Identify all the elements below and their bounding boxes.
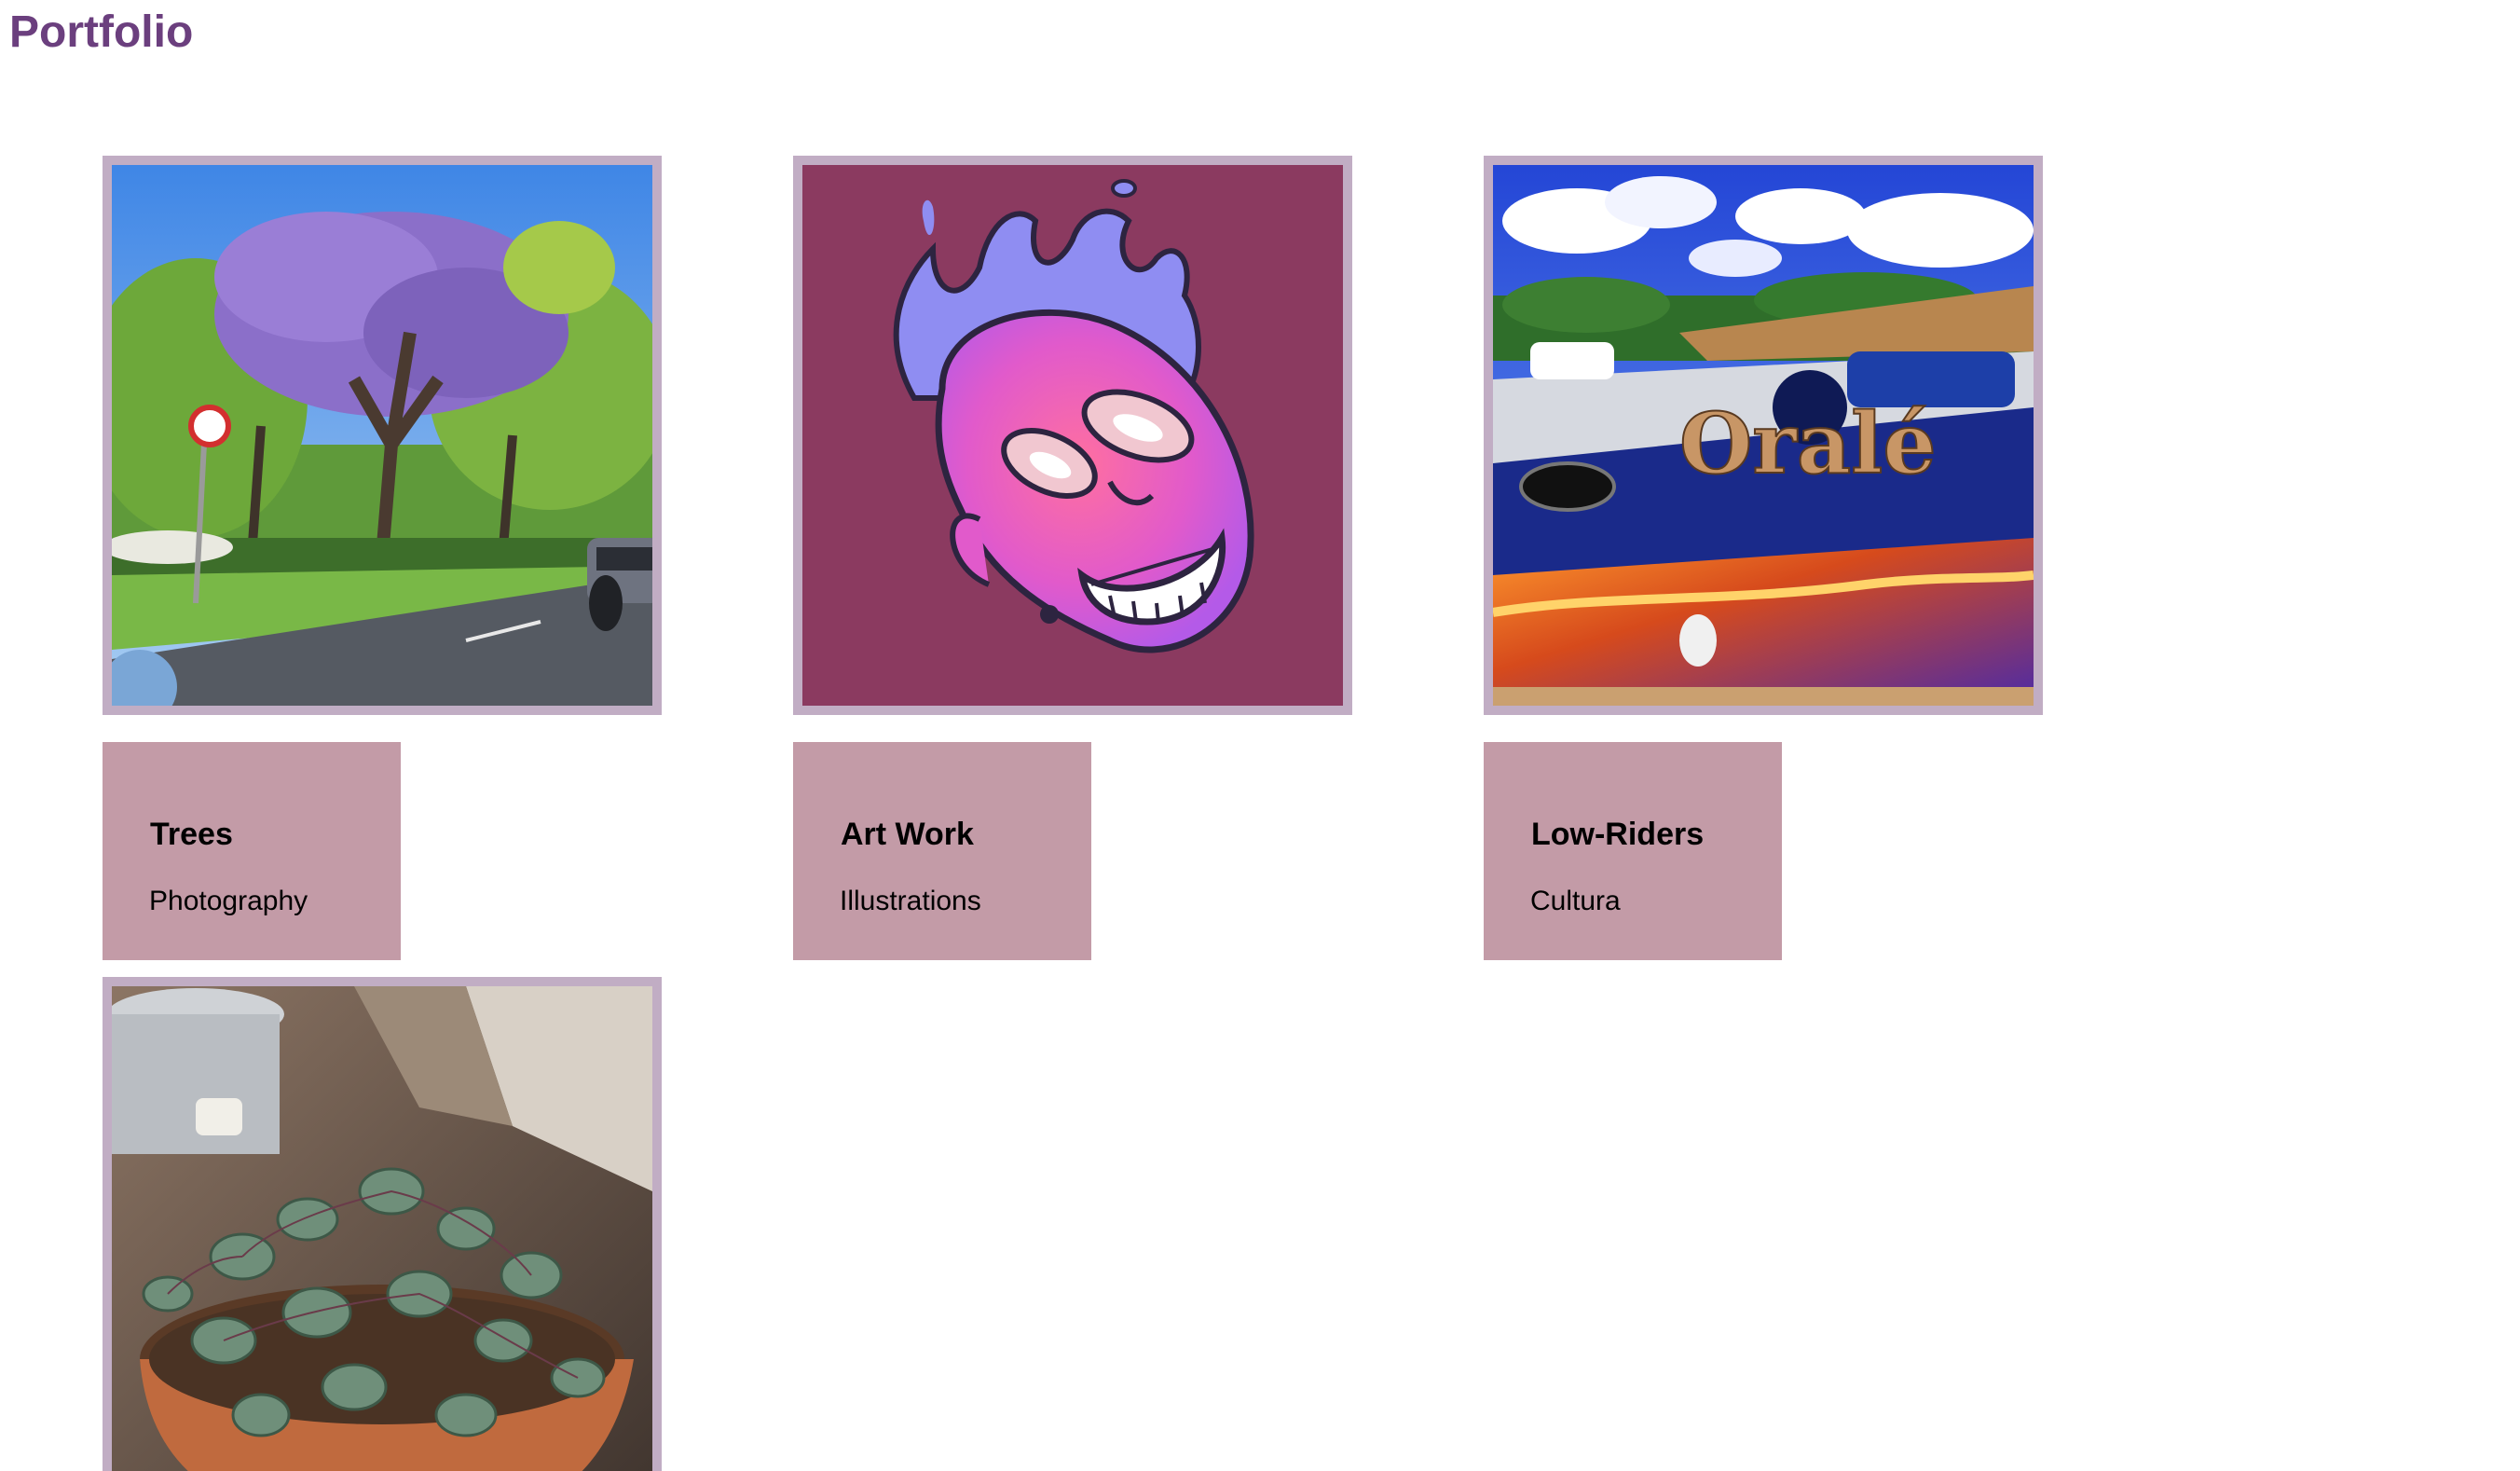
gallery-image-artwork[interactable] bbox=[793, 156, 1352, 715]
lowrider-photo-image: Oralé bbox=[1493, 165, 2034, 706]
artwork-illustration-image bbox=[802, 165, 1343, 706]
plant-photo-image bbox=[112, 986, 652, 1471]
caption-title: Trees bbox=[150, 817, 233, 852]
gallery-image-plant[interactable] bbox=[103, 977, 662, 1471]
page-title: Portfolio bbox=[9, 7, 194, 57]
gallery-image-trees[interactable] bbox=[103, 156, 662, 715]
caption-title: Low-Riders bbox=[1531, 817, 1705, 852]
caption-trees[interactable]: Trees Photography bbox=[103, 742, 401, 960]
svg-text:Oralé: Oralé bbox=[1679, 394, 1937, 493]
gallery-image-lowriders[interactable]: Oralé bbox=[1484, 156, 2043, 715]
caption-lowriders[interactable]: Low-Riders Cultura bbox=[1484, 742, 1782, 960]
caption-category: Illustrations bbox=[840, 886, 981, 916]
trees-photo-image bbox=[112, 165, 652, 706]
caption-title: Art Work bbox=[841, 817, 974, 852]
caption-category: Cultura bbox=[1530, 886, 1621, 916]
caption-artwork[interactable]: Art Work Illustrations bbox=[793, 742, 1091, 960]
caption-category: Photography bbox=[149, 886, 308, 916]
